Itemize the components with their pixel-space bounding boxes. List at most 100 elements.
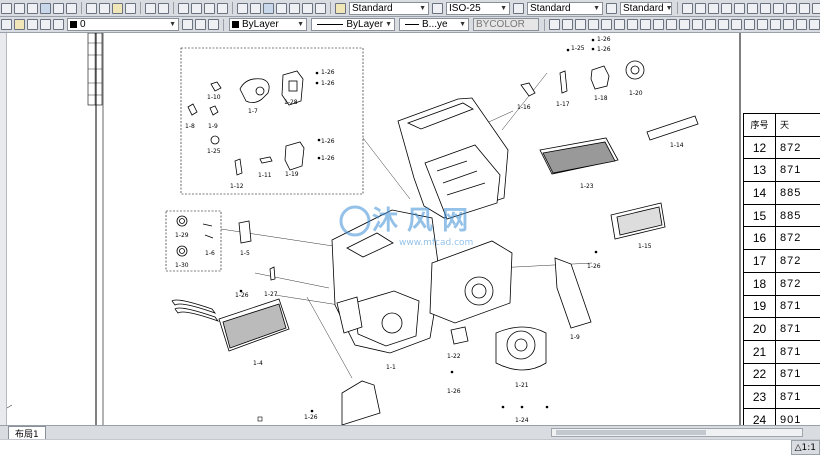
layer-freeze-icon[interactable]	[40, 19, 51, 30]
dim-continue-icon[interactable]	[812, 2, 820, 14]
paste-icon[interactable]	[112, 2, 123, 14]
join-icon[interactable]	[705, 19, 716, 30]
layers-properties-toolbar: 0 ▼ ByLayer ▼ ByLayer ▼ B...ye ▼ BYCOLOR	[0, 17, 820, 33]
color-dropdown[interactable]: ByLayer ▼	[229, 18, 307, 31]
dim-baseline-icon[interactable]	[799, 2, 810, 14]
chevron-down-icon: ▼	[500, 4, 507, 12]
layer-state-icon[interactable]	[14, 19, 25, 30]
layer-on-icon[interactable]	[27, 19, 38, 30]
dim-jogged-icon[interactable]	[747, 2, 758, 14]
dim-aligned-icon[interactable]	[695, 2, 706, 14]
layer-previous-icon[interactable]	[195, 19, 206, 30]
array-icon[interactable]	[601, 19, 612, 30]
table-body: 12 872 13 871 14 885 15 885 16 872 17 872 18 872 19 871…	[744, 136, 820, 432]
chamfer-icon[interactable]	[718, 19, 729, 30]
table-cell-code: 872	[780, 254, 802, 267]
scrollbar-thumb[interactable]	[556, 430, 706, 435]
print-icon[interactable]	[40, 2, 51, 14]
horizontal-scrollbar[interactable]	[551, 428, 803, 437]
copy-icon[interactable]	[99, 2, 110, 14]
table-cell-seq: 20	[744, 318, 776, 340]
match-properties-icon[interactable]	[125, 2, 136, 14]
layer-dropdown[interactable]: 0 ▼	[67, 18, 179, 31]
toolbar-separator	[81, 2, 82, 14]
label-1-20: 1-20	[629, 90, 643, 97]
tab-layout1[interactable]: 布局1	[8, 426, 46, 440]
layer-lock-icon[interactable]	[53, 19, 64, 30]
dim-arc-icon[interactable]	[708, 2, 719, 14]
lineweight-dropdown[interactable]: B...ye ▼	[399, 18, 469, 31]
label-1-7: 1-7	[248, 108, 258, 115]
plot-preview-icon[interactable]	[53, 2, 64, 14]
tool-palettes-icon[interactable]	[263, 2, 274, 14]
fillet-icon[interactable]	[731, 19, 742, 30]
polyline-icon[interactable]	[770, 19, 781, 30]
label-1-26: 1-26	[304, 414, 318, 421]
label-1-18: 1-18	[594, 95, 608, 102]
offset-icon[interactable]	[588, 19, 599, 30]
redo-icon[interactable]	[158, 2, 169, 14]
arc-icon[interactable]	[796, 19, 807, 30]
zoom-realtime-icon[interactable]	[191, 2, 202, 14]
open-file-icon[interactable]	[14, 2, 25, 14]
quick-dim-icon[interactable]	[786, 2, 797, 14]
drawing-canvas[interactable]: 1-10 1-7 1-28 1-26 1-26 1-26 1-26 1-8 1-…	[7, 33, 820, 425]
annotation-scale[interactable]: △ 1:1	[790, 440, 820, 455]
mirror-icon[interactable]	[575, 19, 586, 30]
layer-manager-icon[interactable]	[1, 19, 12, 30]
dim-diameter-icon[interactable]	[760, 2, 771, 14]
help-icon[interactable]	[315, 2, 326, 14]
move-icon[interactable]	[614, 19, 625, 30]
dim-style-dropdown[interactable]: ISO-25 ▼	[446, 1, 510, 15]
screw-dots-top	[315, 71, 321, 160]
save-icon[interactable]	[27, 2, 38, 14]
toolbar-separator	[677, 2, 678, 14]
plotstyle-dropdown[interactable]: BYCOLOR	[473, 18, 539, 31]
rotate-icon[interactable]	[627, 19, 638, 30]
explode-icon[interactable]	[744, 19, 755, 30]
publish-icon[interactable]	[66, 2, 77, 14]
table-style-dropdown[interactable]: Standard ▼	[527, 1, 603, 15]
upper-housing	[397, 97, 509, 220]
sheet-set-icon[interactable]	[276, 2, 287, 14]
label-1-1: 1-1	[386, 364, 396, 371]
circle-icon[interactable]	[783, 19, 794, 30]
ucs-tick	[7, 404, 13, 409]
dim-ordinate-icon[interactable]	[721, 2, 732, 14]
trim-icon[interactable]	[666, 19, 677, 30]
toolbar-separator	[223, 18, 224, 31]
stretch-icon[interactable]	[653, 19, 664, 30]
dim-radius-icon[interactable]	[734, 2, 745, 14]
toolbar-separator	[173, 2, 174, 14]
copy-object-icon[interactable]	[562, 19, 573, 30]
table-cell-seq: 22	[744, 363, 776, 386]
erase-icon[interactable]	[549, 19, 560, 30]
break-icon[interactable]	[692, 19, 703, 30]
command-line-area[interactable]	[0, 439, 820, 456]
part-1-10	[210, 81, 222, 92]
zoom-window-icon[interactable]	[204, 2, 215, 14]
label-1-26: 1-26	[597, 46, 611, 53]
header-seq: 序号	[744, 114, 776, 136]
dim-angular-icon[interactable]	[773, 2, 784, 14]
text-style-dropdown[interactable]: Standard ▼	[349, 1, 429, 15]
linetype-dropdown[interactable]: ByLayer ▼	[311, 18, 395, 31]
scale-icon[interactable]	[640, 19, 651, 30]
quickcalc-icon[interactable]	[302, 2, 313, 14]
properties-icon[interactable]	[237, 2, 248, 14]
extend-icon[interactable]	[679, 19, 690, 30]
dim-linear-icon[interactable]	[682, 2, 693, 14]
layer-walk-icon[interactable]	[208, 19, 219, 30]
zoom-previous-icon[interactable]	[217, 2, 228, 14]
make-current-layer-icon[interactable]	[182, 19, 193, 30]
undo-icon[interactable]	[145, 2, 156, 14]
new-file-icon[interactable]	[1, 2, 12, 14]
rectangle-icon[interactable]	[809, 19, 820, 30]
line-icon[interactable]	[757, 19, 768, 30]
multileader-style-dropdown[interactable]: Standard ▼	[620, 1, 672, 15]
markup-icon[interactable]	[289, 2, 300, 14]
pan-icon[interactable]	[178, 2, 189, 14]
design-center-icon[interactable]	[250, 2, 261, 14]
label-1-17: 1-17	[556, 101, 570, 108]
cut-icon[interactable]	[86, 2, 97, 14]
